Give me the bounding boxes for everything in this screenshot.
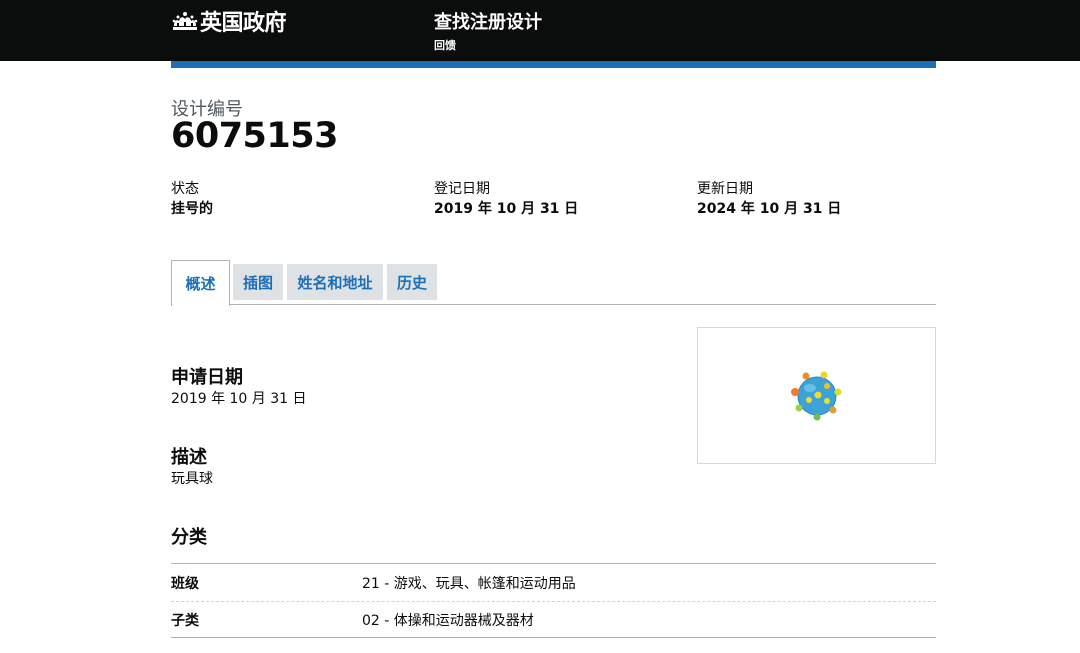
toy-ball-image [790, 371, 841, 420]
header-accent-bar [171, 61, 936, 68]
tab-list: 概述 插图 姓名和地址 历史 [171, 260, 936, 306]
site-header: 英国政府 查找注册设计 回馈 [0, 0, 1080, 61]
registration-date-summary: 登记日期 2019 年 10 月 31 日 [434, 180, 578, 220]
design-image[interactable] [697, 327, 936, 464]
design-number: 6075153 [171, 116, 338, 156]
classification-table: 班级 21 - 游戏、玩具、帐篷和运动用品 子类 02 - 体操和运动器械及器材 [171, 563, 936, 638]
tab-overview[interactable]: 概述 [171, 260, 230, 306]
registration-date-label: 登记日期 [434, 181, 490, 197]
status-label: 状态 [171, 181, 199, 197]
table-row: 班级 21 - 游戏、玩具、帐篷和运动用品 [171, 564, 936, 601]
service-name-link[interactable]: 查找注册设计 [434, 8, 542, 34]
renewal-date-summary: 更新日期 2024 年 10 月 31 日 [697, 180, 841, 220]
filing-date-value: 2019 年 10 月 31 日 [171, 391, 307, 407]
tab-history[interactable]: 历史 [387, 264, 437, 300]
registration-date-value: 2019 年 10 月 31 日 [434, 201, 579, 217]
filing-date-heading: 申请日期 [171, 367, 243, 388]
tab-illustrations[interactable]: 插图 [233, 264, 283, 300]
status-value: 挂号的 [171, 201, 213, 217]
logo-text: 英国政府 [200, 11, 287, 36]
renewal-date-label: 更新日期 [697, 181, 753, 197]
description-value: 玩具球 [171, 471, 213, 487]
subclass-key: 子类 [171, 612, 199, 629]
gov-logo-link[interactable]: 英国政府 [171, 6, 287, 36]
classification-heading: 分类 [171, 527, 207, 548]
tab-names-addresses[interactable]: 姓名和地址 [287, 264, 383, 300]
feedback-link[interactable]: 回馈 [434, 37, 456, 53]
table-row: 子类 02 - 体操和运动器械及器材 [171, 601, 936, 638]
renewal-date-value: 2024 年 10 月 31 日 [697, 201, 842, 217]
status-summary: 状态 挂号的 [171, 180, 213, 220]
description-heading: 描述 [171, 447, 207, 468]
class-value: 21 - 游戏、玩具、帐篷和运动用品 [362, 575, 576, 592]
crown-icon [172, 12, 198, 30]
class-key: 班级 [171, 575, 199, 592]
subclass-value: 02 - 体操和运动器械及器材 [362, 612, 534, 629]
